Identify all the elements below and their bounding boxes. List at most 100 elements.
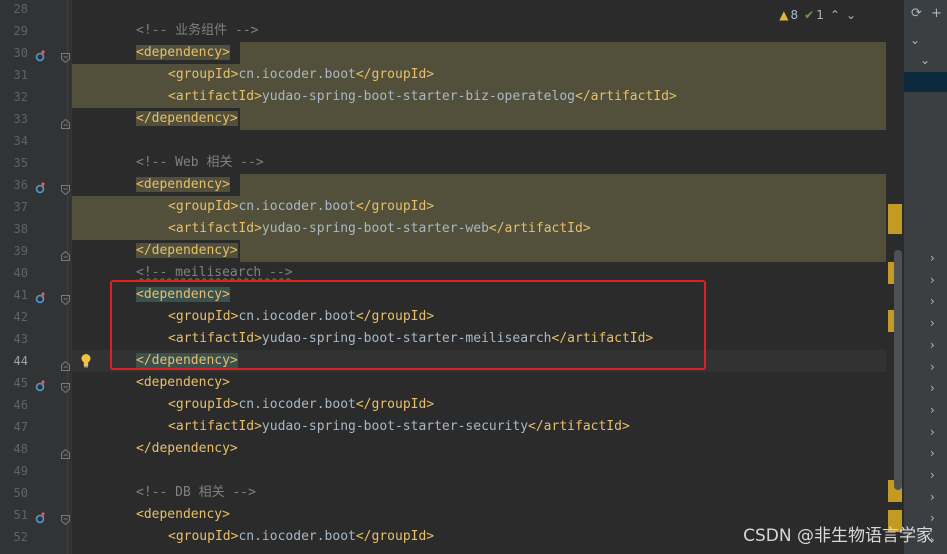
code-line[interactable]: 38 <artifactId>yudao-spring-boot-starter-… bbox=[0, 218, 903, 240]
code-line[interactable]: 30 <dependency> bbox=[0, 42, 903, 64]
tree-row[interactable]: › bbox=[904, 335, 947, 357]
line-number: 38 bbox=[13, 222, 28, 236]
code-text[interactable]: </dependency> bbox=[72, 108, 903, 130]
code-text[interactable]: </dependency> bbox=[72, 240, 903, 262]
override-marker-icon[interactable] bbox=[35, 289, 47, 304]
override-marker-icon[interactable] bbox=[35, 47, 47, 62]
line-number: 29 bbox=[13, 24, 28, 38]
code-text[interactable] bbox=[72, 130, 903, 152]
right-tool-panel[interactable]: ⟳ + ⌄ ⌄ › › › › › › › › › › › › › › bbox=[903, 0, 947, 554]
xml-comment: <!-- meilisearch --> bbox=[136, 265, 293, 280]
override-marker-icon[interactable] bbox=[35, 377, 47, 392]
xml-tag: </groupId> bbox=[355, 199, 435, 214]
code-text[interactable]: <artifactId>yudao-spring-boot-starter-bi… bbox=[72, 86, 903, 108]
code-editor[interactable]: 28 29 <!-- 业务组件 --> 30 <dependency> 31 <groupI… bbox=[0, 0, 903, 554]
override-marker-icon[interactable] bbox=[35, 509, 47, 524]
line-number: 43 bbox=[13, 332, 28, 346]
code-line[interactable]: 50 <!-- DB 相关 --> bbox=[0, 482, 903, 504]
fold-close-icon[interactable] bbox=[61, 444, 70, 459]
warnings-indicator[interactable]: ▲ 8 bbox=[779, 8, 798, 22]
add-icon[interactable]: + bbox=[931, 6, 942, 21]
tree-row[interactable]: › bbox=[904, 313, 947, 335]
tree-row[interactable]: › bbox=[904, 291, 947, 313]
xml-text: yudao-spring-boot-starter-security bbox=[261, 419, 529, 434]
code-line[interactable]: 34 bbox=[0, 130, 903, 152]
code-line[interactable]: 28 bbox=[0, 0, 903, 20]
line-number: 39 bbox=[13, 244, 28, 258]
code-text[interactable]: <!-- DB 相关 --> bbox=[72, 482, 903, 504]
xml-tag: <dependency> bbox=[136, 177, 230, 192]
fold-open-icon[interactable] bbox=[61, 48, 70, 64]
code-text[interactable]: <dependency> bbox=[72, 372, 903, 394]
fold-open-icon[interactable] bbox=[61, 378, 70, 394]
fold-close-icon[interactable] bbox=[61, 114, 70, 129]
fold-close-icon[interactable] bbox=[61, 356, 70, 371]
xml-comment: <!-- 业务组件 --> bbox=[136, 23, 259, 38]
code-text[interactable]: <artifactId>yudao-spring-boot-starter-we… bbox=[72, 218, 903, 240]
chevron-down-icon: ⌄ bbox=[910, 33, 921, 47]
code-line[interactable]: 32 <artifactId>yudao-spring-boot-starter-… bbox=[0, 86, 903, 108]
code-line[interactable]: 49 bbox=[0, 460, 903, 482]
tree-row[interactable]: ⌄ bbox=[904, 50, 947, 72]
inspection-widget[interactable]: ▲ 8 ✔ 1 ⌃ ⌄ bbox=[779, 6, 856, 24]
selected-tree-row[interactable] bbox=[904, 72, 947, 92]
code-line[interactable]: 37 <groupId>cn.iocoder.boot</groupId> bbox=[0, 196, 903, 218]
code-line[interactable]: 35 <!-- Web 相关 --> bbox=[0, 152, 903, 174]
code-text[interactable]: <groupId>cn.iocoder.boot</groupId> bbox=[72, 196, 903, 218]
tree-row[interactable]: › bbox=[904, 357, 947, 379]
fold-open-icon[interactable] bbox=[61, 510, 70, 526]
code-text[interactable]: <dependency> bbox=[72, 42, 903, 64]
fold-open-icon[interactable] bbox=[61, 180, 70, 196]
xml-text: cn.iocoder.boot bbox=[238, 199, 356, 214]
line-number: 31 bbox=[13, 68, 28, 82]
line-number: 44 bbox=[13, 354, 28, 368]
code-text[interactable]: <artifactId>yudao-spring-boot-starter-se… bbox=[72, 416, 903, 438]
line-number: 50 bbox=[13, 486, 28, 500]
tree-row[interactable]: › bbox=[904, 443, 947, 465]
code-line[interactable]: 48 </dependency> bbox=[0, 438, 903, 460]
line-number: 51 bbox=[13, 508, 28, 522]
fold-close-icon[interactable] bbox=[61, 246, 70, 261]
tree-row[interactable]: › bbox=[904, 422, 947, 444]
warnings-count: 8 bbox=[790, 8, 799, 22]
chevron-right-icon: › bbox=[930, 316, 935, 331]
code-line[interactable]: 39 </dependency> bbox=[0, 240, 903, 262]
line-number: 47 bbox=[13, 420, 28, 434]
vertical-scrollbar[interactable] bbox=[894, 250, 902, 490]
tree-row[interactable]: › bbox=[904, 465, 947, 487]
code-line[interactable]: 33 </dependency> bbox=[0, 108, 903, 130]
tree-row[interactable]: › bbox=[904, 400, 947, 422]
code-text[interactable]: <groupId>cn.iocoder.boot</groupId> bbox=[72, 394, 903, 416]
tree-row[interactable]: › bbox=[904, 248, 947, 270]
previous-highlight-button[interactable]: ⌃ bbox=[830, 8, 840, 22]
code-line[interactable]: 36 <dependency> bbox=[0, 174, 903, 196]
tree-row[interactable]: › bbox=[904, 378, 947, 400]
xml-text: cn.iocoder.boot bbox=[238, 67, 356, 82]
code-text[interactable]: <!-- Web 相关 --> bbox=[72, 152, 903, 174]
tree-row[interactable]: › bbox=[904, 270, 947, 292]
override-marker-icon[interactable] bbox=[35, 179, 47, 194]
code-line[interactable]: 47 <artifactId>yudao-spring-boot-starter-… bbox=[0, 416, 903, 438]
xml-text: cn.iocoder.boot bbox=[238, 397, 356, 412]
refresh-icon[interactable]: ⟳ bbox=[911, 6, 922, 21]
weak-warnings-indicator[interactable]: ✔ 1 bbox=[804, 8, 824, 22]
xml-tag: </artifactId> bbox=[575, 89, 677, 104]
code-line[interactable]: 46 <groupId>cn.iocoder.boot</groupId> bbox=[0, 394, 903, 416]
next-highlight-button[interactable]: ⌄ bbox=[846, 8, 856, 22]
fold-open-icon[interactable] bbox=[61, 290, 70, 306]
code-line[interactable]: 29 <!-- 业务组件 --> bbox=[0, 20, 903, 42]
xml-tag: <dependency> bbox=[136, 507, 230, 522]
tree-row[interactable]: › bbox=[904, 487, 947, 509]
line-number: 33 bbox=[13, 112, 28, 126]
code-line[interactable]: 45 <dependency> bbox=[0, 372, 903, 394]
code-text[interactable]: <dependency> bbox=[72, 174, 903, 196]
warning-stripe-mark[interactable] bbox=[888, 204, 902, 234]
tree-row[interactable]: ⌄ bbox=[904, 30, 947, 52]
code-text[interactable]: </dependency> bbox=[72, 438, 903, 460]
code-line[interactable]: 31 <groupId>cn.iocoder.boot</groupId> bbox=[0, 64, 903, 86]
code-text[interactable]: <groupId>cn.iocoder.boot</groupId> bbox=[72, 64, 903, 86]
code-text[interactable] bbox=[72, 460, 903, 482]
line-number: 41 bbox=[13, 288, 28, 302]
watermark: CSDN @非生物语言学家 bbox=[743, 526, 933, 546]
line-number: 28 bbox=[13, 2, 28, 16]
